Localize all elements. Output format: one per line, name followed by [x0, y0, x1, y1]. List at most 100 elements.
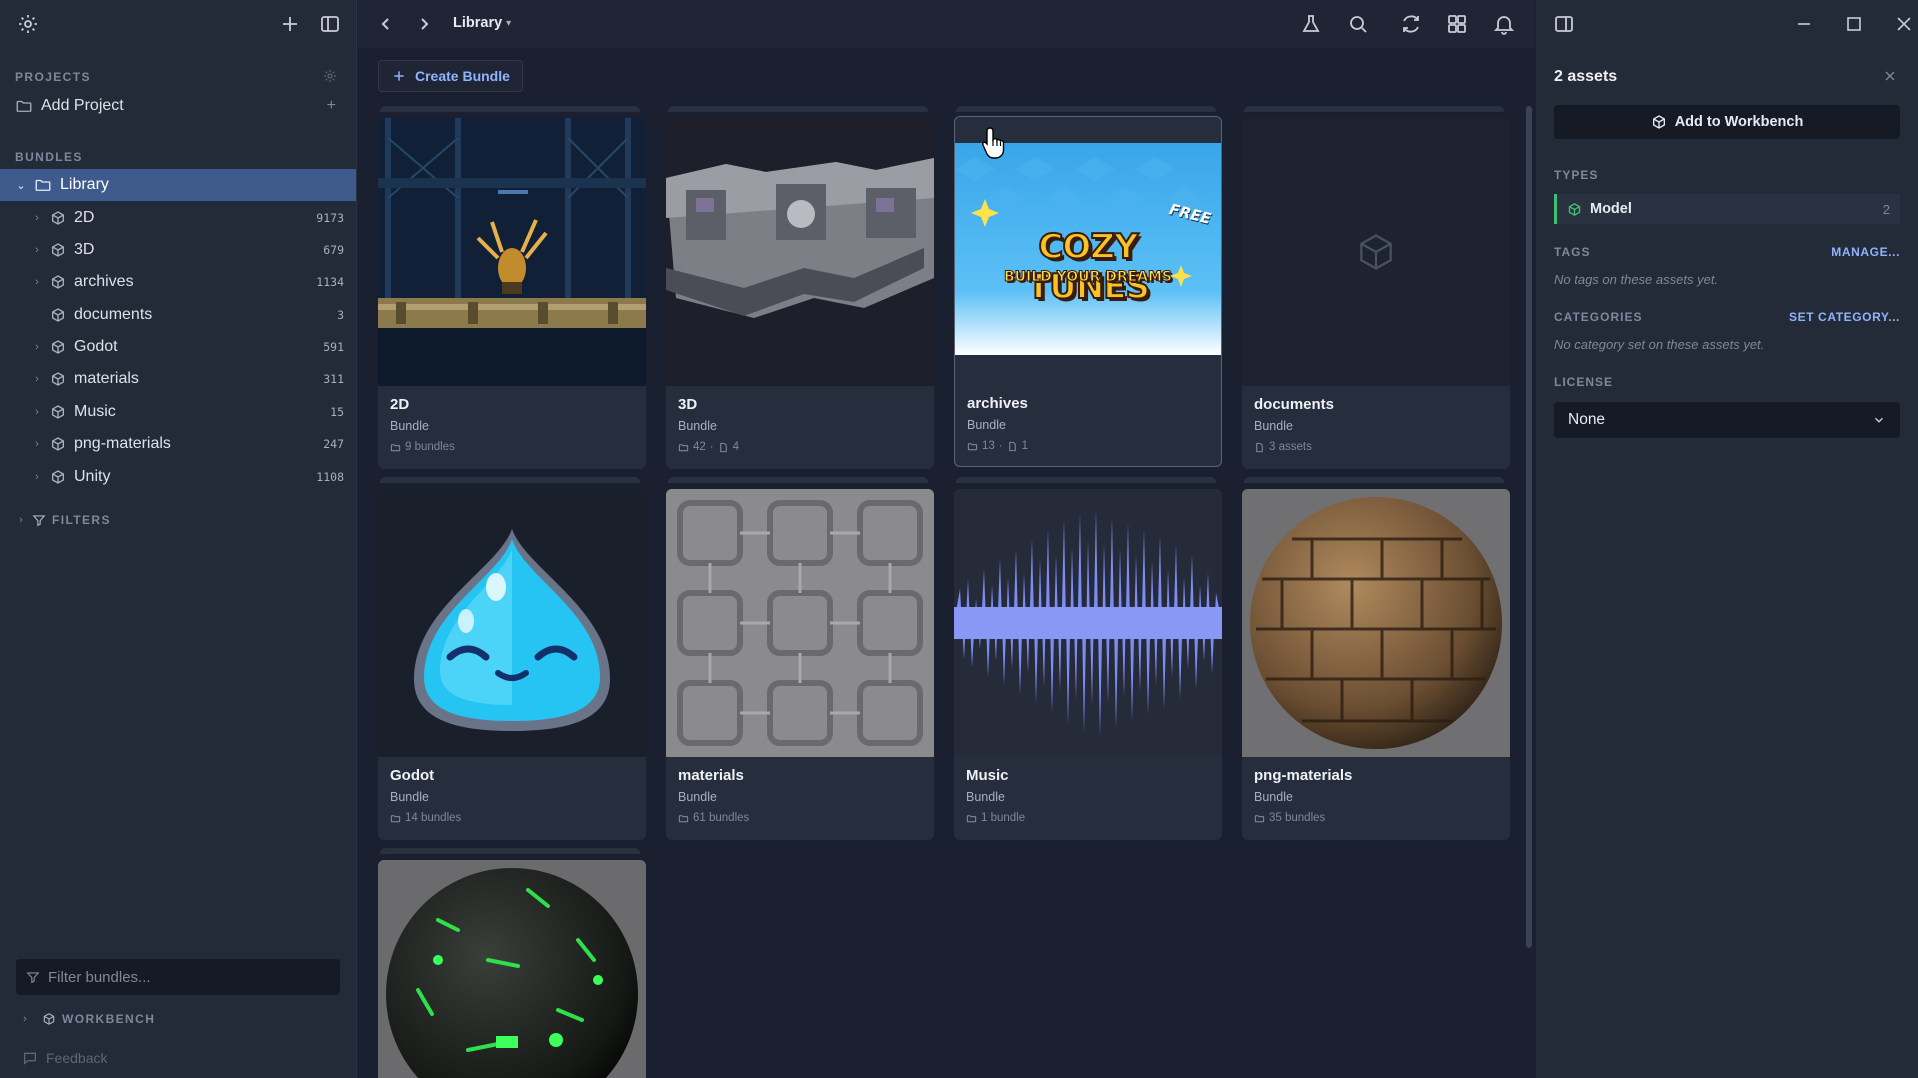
filter-icon [32, 513, 46, 527]
feedback-label: Feedback [46, 1050, 108, 1066]
card-name: documents [1254, 396, 1335, 413]
back-icon[interactable] [374, 12, 398, 36]
sidebar-item-3d[interactable]: › 3D 679 [0, 234, 356, 266]
sidebar-item-count: 1134 [316, 275, 344, 289]
license-value: None [1568, 411, 1606, 428]
chevron-right-icon[interactable]: › [14, 514, 28, 526]
categories-heading: CATEGORIES [1554, 310, 1643, 324]
sidebar-item-2d[interactable]: › 2D 9173 [0, 202, 356, 234]
manage-tags-link[interactable]: MANAGE... [1831, 245, 1900, 259]
breadcrumb[interactable]: Library ▾ [453, 15, 511, 31]
create-bundle-button[interactable]: Create Bundle [378, 60, 523, 92]
flask-icon[interactable] [1299, 12, 1323, 36]
bell-icon[interactable] [1492, 12, 1516, 36]
card-type: Bundle [1254, 419, 1293, 433]
plus-icon[interactable] [278, 12, 302, 36]
card-stack [956, 106, 1216, 112]
bundle-card-partial[interactable] [378, 860, 646, 1078]
sidebar-item-documents[interactable]: documents 3 [0, 299, 356, 331]
close-icon[interactable] [1882, 68, 1898, 84]
chevron-right-icon[interactable]: › [30, 406, 44, 418]
sidebar-item-label: 3D [74, 241, 95, 258]
forward-icon[interactable] [412, 12, 436, 36]
sidebar-item-library[interactable]: ⌄ Library [0, 169, 356, 201]
bundle-count: 14 bundles [405, 812, 462, 824]
add-project-row[interactable]: Add Project + [0, 90, 356, 122]
add-to-workbench-button[interactable]: Add to Workbench [1554, 105, 1900, 139]
sidebar-item-label: 2D [74, 209, 95, 226]
card-meta: 61 bundles [678, 812, 749, 824]
chevron-right-icon[interactable]: › [30, 276, 44, 288]
sidebar-item-label: documents [74, 306, 153, 323]
chevron-down-icon[interactable]: ⌄ [14, 179, 28, 192]
filters-toggle[interactable]: › FILTERS [0, 505, 356, 535]
chevron-right-icon[interactable]: › [30, 438, 44, 450]
sidebar-item-count: 15 [330, 405, 344, 419]
folder-icon [34, 176, 52, 194]
sidebar-toggle-icon[interactable] [318, 12, 342, 36]
bundle-count: 42 [693, 441, 706, 453]
card-type: Bundle [1254, 790, 1293, 804]
chevron-right-icon[interactable]: › [18, 1013, 32, 1025]
chevron-right-icon[interactable]: › [30, 341, 44, 353]
grid-view-icon[interactable] [1445, 12, 1469, 36]
folder-icon [966, 813, 977, 824]
sidebar-item-png-materials[interactable]: › png-materials 247 [0, 428, 356, 460]
free-badge: FREE [1167, 200, 1213, 228]
card-meta: 42 · 4 [678, 441, 739, 453]
card-meta: 9 bundles [390, 441, 455, 453]
plus-icon[interactable]: + [327, 97, 336, 115]
bundle-card-materials[interactable]: materials Bundle 61 bundles [666, 489, 934, 840]
search-icon[interactable] [1346, 12, 1370, 36]
thumbnail-metal-texture [666, 489, 934, 757]
bundle-card-documents[interactable]: documents Bundle 3 assets [1242, 118, 1510, 469]
sidebar-item-label: Unity [74, 468, 111, 485]
sidebar-item-music[interactable]: › Music 15 [0, 396, 356, 428]
chevron-right-icon[interactable]: › [30, 244, 44, 256]
sidebar-item-label: png-materials [74, 435, 171, 452]
card-name: Music [966, 767, 1009, 784]
bundle-card-2d[interactable]: 2D Bundle 9 bundles [378, 118, 646, 469]
card-type: Bundle [967, 418, 1006, 432]
sidebar-item-unity[interactable]: › Unity 1108 [0, 461, 356, 493]
panel-toggle-icon[interactable] [1552, 12, 1576, 36]
workbench-toggle[interactable]: › WORKBENCH [0, 1004, 356, 1034]
cozy-subtitle: BUILD YOUR DREAMS [1003, 269, 1173, 286]
gear-icon[interactable] [16, 12, 40, 36]
scrollbar[interactable] [1526, 106, 1532, 948]
card-stack [380, 848, 640, 854]
box-icon [42, 1012, 56, 1026]
chevron-right-icon[interactable]: › [30, 373, 44, 385]
bundle-card-archives[interactable]: FREE COZY TUNES BUILD YOUR DREAMS archiv… [954, 116, 1222, 467]
minimize-icon[interactable] [1792, 12, 1816, 36]
maximize-icon[interactable] [1842, 12, 1866, 36]
set-category-link[interactable]: SET CATEGORY... [1789, 310, 1900, 324]
bundle-card-png-materials[interactable]: png-materials Bundle 35 bundles [1242, 489, 1510, 840]
chevron-right-icon[interactable]: › [30, 212, 44, 224]
sidebar-item-label: archives [74, 273, 134, 290]
sidebar-item-archives[interactable]: › archives 1134 [0, 266, 356, 298]
cube-icon [50, 436, 66, 452]
refresh-icon[interactable] [1399, 12, 1423, 36]
thumbnail-stone-sphere [1242, 489, 1510, 757]
chevron-right-icon[interactable]: › [30, 471, 44, 483]
filter-bundles-input[interactable]: Filter bundles... [16, 959, 340, 995]
file-icon [1007, 441, 1018, 452]
close-window-icon[interactable] [1892, 12, 1916, 36]
breadcrumb-library: Library [453, 15, 503, 31]
sidebar-item-materials[interactable]: › materials 311 [0, 363, 356, 395]
sidebar-item-godot[interactable]: › Godot 591 [0, 331, 356, 363]
cube-icon [50, 404, 66, 420]
type-row-model[interactable]: Model 2 [1554, 194, 1900, 224]
bundle-card-godot[interactable]: Godot Bundle 14 bundles [378, 489, 646, 840]
sidebar-item-label: Library [60, 176, 109, 193]
sidebar-item-count: 1108 [316, 470, 344, 484]
bundle-card-music[interactable]: Music Bundle 1 bundle [954, 489, 1222, 840]
sidebar: PROJECTS Add Project + BUNDLES ⌄ Library… [0, 0, 357, 1078]
bundle-card-3d[interactable]: 3D Bundle 42 · 4 [666, 118, 934, 469]
card-name: png-materials [1254, 767, 1353, 784]
license-select[interactable]: None [1554, 402, 1900, 438]
feedback-link[interactable]: Feedback [0, 1043, 356, 1073]
gear-icon[interactable] [322, 68, 338, 84]
separator-dot: · [998, 440, 1003, 452]
